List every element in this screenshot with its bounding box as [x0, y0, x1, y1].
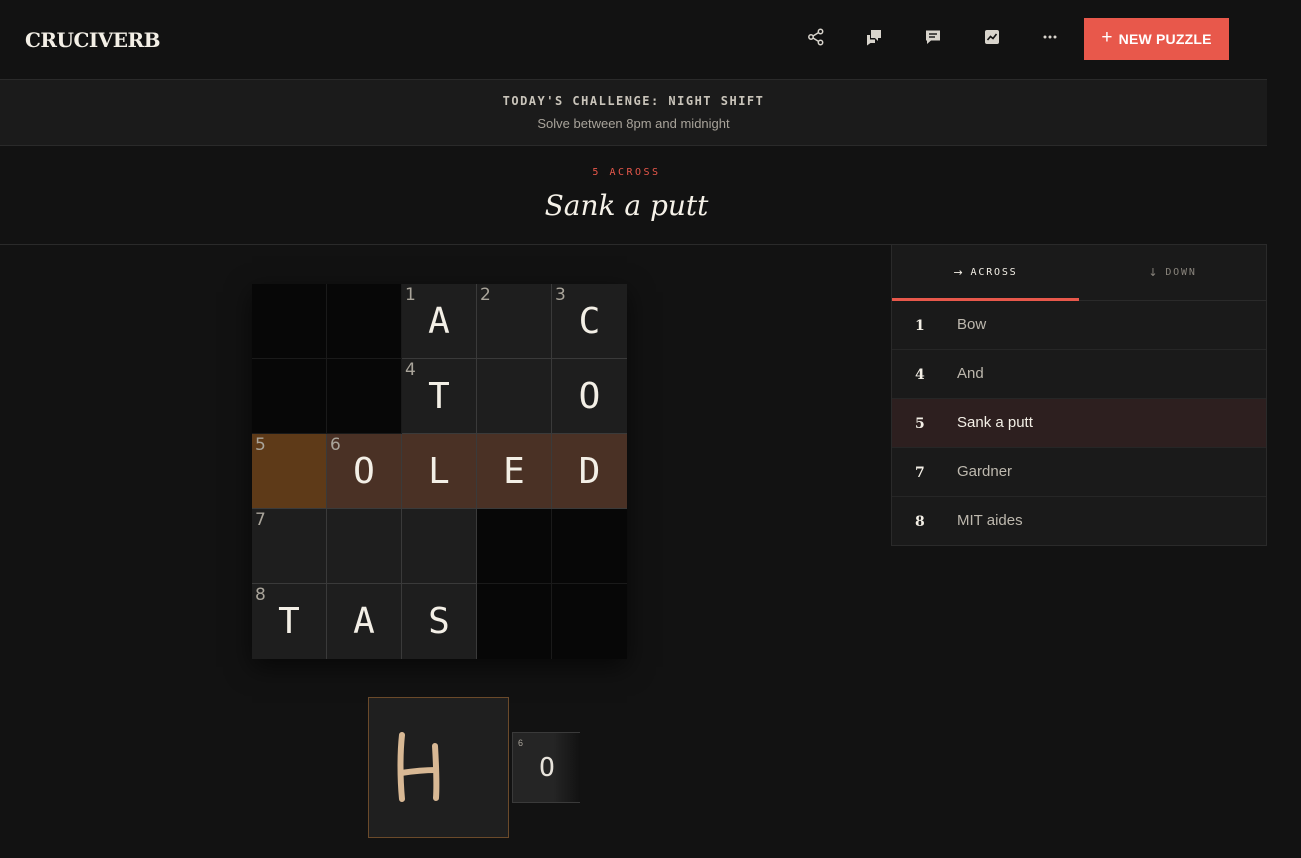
grid-cell[interactable]: O: [552, 359, 627, 434]
clue-list: 1 Bow 4 And 5 Sank a putt 7 Gardner 8 MIT aides: [892, 301, 1266, 546]
grid-cell[interactable]: 4T: [402, 359, 477, 434]
clue-text: MIT aides: [957, 512, 1023, 529]
current-clue-text: Sank a putt: [544, 189, 709, 222]
app-logo[interactable]: CRUCIVERB: [25, 28, 161, 52]
black-cell: [552, 584, 627, 659]
grid-cell[interactable]: [477, 359, 552, 434]
clue-text: Gardner: [957, 463, 1013, 480]
grid-cell[interactable]: A: [327, 584, 402, 659]
black-cell: [552, 509, 627, 584]
tab-label: ACROSS: [970, 267, 1018, 278]
grid-cell[interactable]: 8T: [252, 584, 327, 659]
grid-cell[interactable]: L: [402, 434, 477, 509]
black-cell: [477, 509, 552, 584]
preview-cell-letter: O: [539, 753, 555, 783]
clue-number: 8: [915, 514, 925, 530]
next-cell-preview: 6 O: [512, 732, 580, 803]
clue-number: 7: [915, 465, 925, 481]
cell-letter: S: [428, 601, 450, 642]
current-clue-label: 5 ACROSS: [592, 167, 661, 178]
plus-icon: +: [1101, 27, 1113, 48]
clue-item[interactable]: 4 And: [892, 350, 1266, 399]
new-puzzle-label: NEW PUZZLE: [1118, 31, 1212, 47]
grid-cell-current[interactable]: 5: [252, 434, 327, 509]
drawn-letter-stroke: [397, 732, 440, 802]
stats-icon[interactable]: [979, 24, 1005, 50]
cell-number: 7: [255, 510, 266, 530]
crossword-grid: 1A2 3C 4T O 5 6O L E D 7 8T A S: [252, 284, 627, 659]
top-bar: CRUCIVERB + NEW PUZZLE: [0, 0, 1267, 80]
clue-number: 5: [915, 416, 925, 432]
clue-item[interactable]: 8 MIT aides: [892, 497, 1266, 546]
clue-item[interactable]: 7 Gardner: [892, 448, 1266, 497]
black-cell: [327, 284, 402, 359]
new-puzzle-button[interactable]: + NEW PUZZLE: [1084, 18, 1229, 60]
grid-cell[interactable]: 2: [477, 284, 552, 359]
arrow-down-icon: ↓: [1148, 266, 1160, 279]
black-cell: [252, 359, 327, 434]
grid-cell[interactable]: 7: [252, 509, 327, 584]
cell-letter: A: [428, 301, 450, 342]
cell-letter: T: [428, 376, 450, 417]
preview-cell-number: 6: [518, 738, 524, 748]
grid-cell[interactable]: [402, 509, 477, 584]
cell-letter: T: [278, 601, 300, 642]
grid-cell[interactable]: E: [477, 434, 552, 509]
clue-number: 1: [915, 318, 925, 334]
clue-tabs: → ACROSS ↓ DOWN: [892, 245, 1266, 301]
clue-text: Sank a putt: [957, 414, 1033, 431]
tab-down[interactable]: ↓ DOWN: [1079, 245, 1266, 300]
black-cell: [327, 359, 402, 434]
cell-letter: D: [578, 451, 601, 492]
arrow-right-icon: →: [953, 266, 965, 279]
clue-text: Bow: [957, 316, 987, 333]
grid-cell[interactable]: 6O: [327, 434, 402, 509]
challenge-banner: TODAY'S CHALLENGE: NIGHT SHIFT Solve bet…: [0, 80, 1267, 146]
comment-icon[interactable]: [920, 24, 946, 50]
cell-letter: A: [353, 601, 375, 642]
grid-cell[interactable]: 1A: [402, 284, 477, 359]
cell-number: 5: [255, 435, 266, 455]
tab-across[interactable]: → ACROSS: [892, 245, 1079, 301]
tab-label: DOWN: [1165, 267, 1197, 278]
cell-letter: C: [578, 301, 601, 342]
clue-number: 4: [915, 367, 925, 383]
grid-cell[interactable]: 3C: [552, 284, 627, 359]
cell-letter: O: [578, 376, 601, 417]
clue-item[interactable]: 5 Sank a putt: [892, 399, 1266, 448]
chat-bubbles-icon[interactable]: [861, 24, 887, 50]
black-cell: [252, 284, 327, 359]
clues-panel: → ACROSS ↓ DOWN 1 Bow 4 And 5 Sank a putt 7 Gardne…: [891, 244, 1267, 546]
clue-text: And: [957, 365, 984, 382]
grid-cell[interactable]: [327, 509, 402, 584]
share-icon[interactable]: [803, 24, 829, 50]
black-cell: [477, 584, 552, 659]
cell-letter: O: [353, 451, 375, 492]
clue-item[interactable]: 1 Bow: [892, 301, 1266, 350]
grid-cell[interactable]: S: [402, 584, 477, 659]
cell-letter: E: [503, 451, 525, 492]
cell-number: 2: [480, 285, 491, 305]
handwriting-pad[interactable]: [368, 697, 509, 838]
challenge-title: TODAY'S CHALLENGE: NIGHT SHIFT: [502, 94, 765, 108]
more-icon[interactable]: [1037, 24, 1063, 50]
challenge-subtitle: Solve between 8pm and midnight: [537, 116, 730, 131]
grid-cell[interactable]: D: [552, 434, 627, 509]
cell-letter: L: [428, 451, 450, 492]
